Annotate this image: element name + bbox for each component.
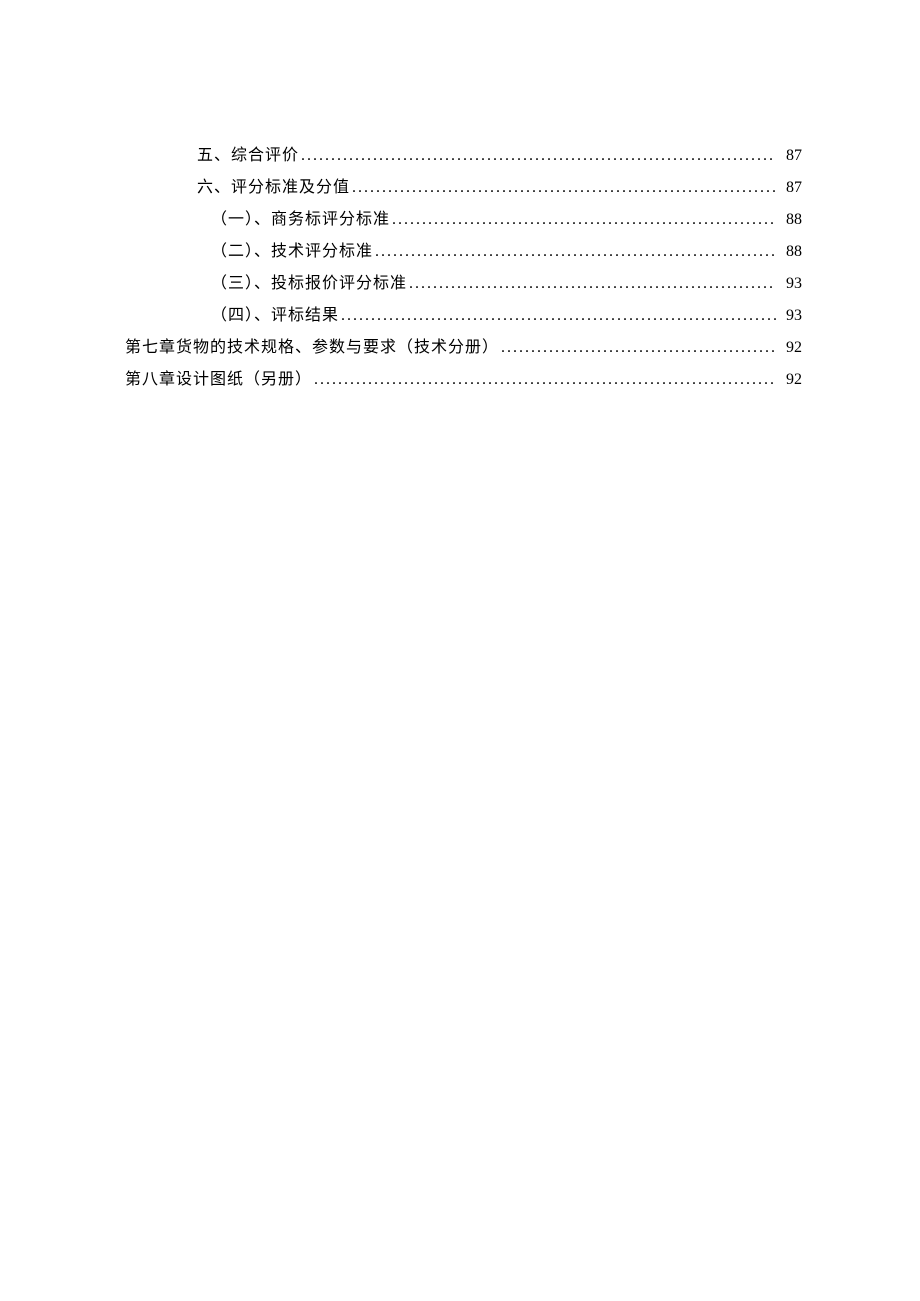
toc-entry-page: 88 [778,236,802,268]
toc-entry: （一）、商务标评分标准 88 [125,204,802,236]
toc-entry: （四）、评标结果 93 [125,300,802,332]
toc-entry-page: 92 [778,332,802,364]
toc-entry: 五、综合评价 87 [125,140,802,172]
toc-leader-dots [501,332,776,364]
toc-entry: 第七章货物的技术规格、参数与要求（技术分册） 92 [125,332,802,364]
toc-entry-page: 93 [778,300,802,332]
toc-entry-label: （四）、评标结果 [211,300,339,332]
toc-entry-label: （三）、投标报价评分标准 [211,268,407,300]
toc-leader-dots [301,140,776,172]
toc-leader-dots [352,172,776,204]
toc-leader-dots [341,300,776,332]
toc-entry-label: 第七章货物的技术规格、参数与要求（技术分册） [125,332,499,364]
toc-leader-dots [409,268,776,300]
toc-entry-label: （二）、技术评分标准 [211,236,373,268]
toc-entry: 第八章设计图纸（另册） 92 [125,364,802,396]
toc-entry: （二）、技术评分标准 88 [125,236,802,268]
toc-entry-label: 六、评分标准及分值 [197,172,350,204]
toc-entry-page: 87 [778,140,802,172]
toc-entry-label: 第八章设计图纸（另册） [125,364,312,396]
table-of-contents: 五、综合评价 87 六、评分标准及分值 87 （一）、商务标评分标准 88 （二… [125,140,802,396]
toc-entry-label: 五、综合评价 [197,140,299,172]
toc-entry: （三）、投标报价评分标准 93 [125,268,802,300]
toc-entry-page: 88 [778,204,802,236]
toc-leader-dots [375,236,776,268]
toc-entry-label: （一）、商务标评分标准 [211,204,390,236]
toc-entry: 六、评分标准及分值 87 [125,172,802,204]
toc-entry-page: 87 [778,172,802,204]
toc-leader-dots [392,204,776,236]
toc-leader-dots [314,364,776,396]
toc-entry-page: 93 [778,268,802,300]
toc-entry-page: 92 [778,364,802,396]
